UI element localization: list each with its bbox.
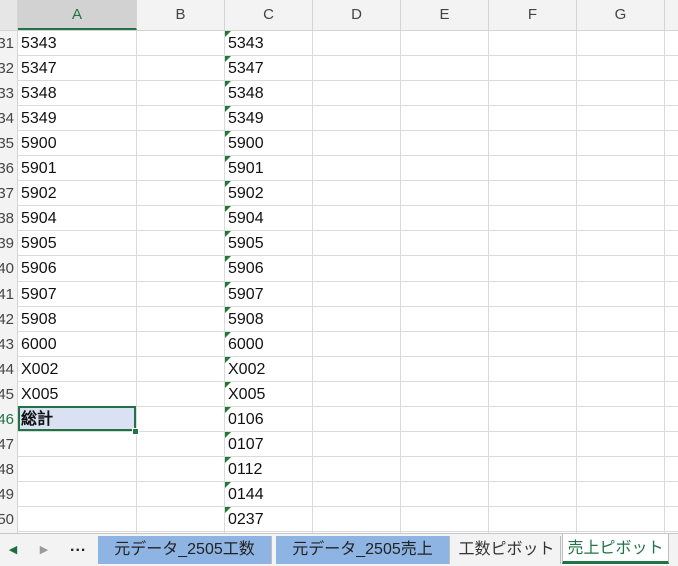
column-header-c[interactable]: C: [225, 0, 313, 30]
row-header-38[interactable]: 38: [0, 206, 14, 231]
cell-c45[interactable]: X005: [225, 382, 310, 407]
cell-c48[interactable]: 0112: [225, 457, 310, 482]
more-sheets-button[interactable]: ...: [70, 538, 86, 556]
cell-a31[interactable]: 5343: [18, 31, 133, 56]
spreadsheet-grid-area: ABCDEFG 31323334353637383940414243444546…: [0, 0, 678, 533]
cell-a44[interactable]: X002: [18, 357, 133, 382]
tab-scroll-right-icon[interactable]: ▶: [36, 540, 52, 560]
cell-c35[interactable]: 5900: [225, 131, 310, 156]
row-header-45[interactable]: 45: [0, 382, 14, 407]
cell-a33[interactable]: 5348: [18, 81, 133, 106]
cell-grid[interactable]: 5343 5343 5347 5347 5348 5348 5349 5349 5900 5900…: [18, 31, 678, 533]
row-header-41[interactable]: 41: [0, 282, 14, 307]
cell-c39[interactable]: 5905: [225, 231, 310, 256]
cell-a34[interactable]: 5349: [18, 106, 133, 131]
cell-a45[interactable]: X005: [18, 382, 133, 407]
row-header-42[interactable]: 42: [0, 307, 14, 332]
row-header-47[interactable]: 47: [0, 432, 14, 457]
row-header-43[interactable]: 43: [0, 332, 14, 357]
row-header-40[interactable]: 40: [0, 256, 14, 281]
column-header-g[interactable]: G: [577, 0, 665, 30]
cell-a39[interactable]: 5905: [18, 231, 133, 256]
cell-c44[interactable]: X002: [225, 357, 310, 382]
grid-row-line: [18, 531, 678, 532]
row-header-35[interactable]: 35: [0, 131, 14, 156]
row-header-34[interactable]: 34: [0, 106, 14, 131]
grid-column-line: [488, 31, 489, 533]
row-header-50[interactable]: 50: [0, 507, 14, 532]
column-header-f[interactable]: F: [489, 0, 577, 30]
cell-a46[interactable]: 総計: [18, 407, 133, 432]
cell-c34[interactable]: 5349: [225, 106, 310, 131]
cell-c41[interactable]: 5907: [225, 282, 310, 307]
sheet-tab-4[interactable]: 売上ピボット: [562, 534, 669, 564]
row-header-33[interactable]: 33: [0, 81, 14, 106]
grid-column-line: [312, 31, 313, 533]
cell-c46[interactable]: 0106: [225, 407, 310, 432]
column-header-d[interactable]: D: [313, 0, 401, 30]
row-header-bar: 3132333435363738394041424344454647484950: [0, 31, 18, 533]
sheet-tab-1[interactable]: 元データ_2505工数: [98, 536, 272, 564]
cell-a40[interactable]: 5906: [18, 256, 133, 281]
row-header-44[interactable]: 44: [0, 357, 14, 382]
fill-handle[interactable]: [132, 427, 139, 435]
row-header-49[interactable]: 49: [0, 482, 14, 507]
column-header-b[interactable]: B: [137, 0, 225, 30]
cell-c38[interactable]: 5904: [225, 206, 310, 231]
column-header-a[interactable]: A: [18, 0, 137, 30]
cell-a36[interactable]: 5901: [18, 156, 133, 181]
cell-a35[interactable]: 5900: [18, 131, 133, 156]
column-header-e[interactable]: E: [401, 0, 489, 30]
grid-column-line: [664, 31, 665, 533]
cell-a42[interactable]: 5908: [18, 307, 133, 332]
cell-c36[interactable]: 5901: [225, 156, 310, 181]
grid-column-line: [576, 31, 577, 533]
row-header-48[interactable]: 48: [0, 457, 14, 482]
grid-column-line: [400, 31, 401, 533]
row-header-39[interactable]: 39: [0, 231, 14, 256]
row-header-31[interactable]: 31: [0, 31, 14, 56]
cell-a37[interactable]: 5902: [18, 181, 133, 206]
sheet-tab-3[interactable]: 工数ピボット: [453, 536, 561, 564]
cell-c42[interactable]: 5908: [225, 307, 310, 332]
row-header-32[interactable]: 32: [0, 56, 14, 81]
cell-a41[interactable]: 5907: [18, 282, 133, 307]
row-header-36[interactable]: 36: [0, 156, 14, 181]
grid-row-line: [18, 455, 678, 457]
cell-c32[interactable]: 5347: [225, 56, 310, 81]
row-header-46[interactable]: 46: [0, 407, 14, 432]
cell-c37[interactable]: 5902: [225, 181, 310, 206]
sheet-tab-bar: ◀ ▶ ... 元データ_2505工数 元データ_2505売上 工数ピボット 売上ピボ…: [0, 533, 678, 566]
cell-a32[interactable]: 5347: [18, 56, 133, 81]
cell-c33[interactable]: 5348: [225, 81, 310, 106]
cell-c31[interactable]: 5343: [225, 31, 310, 56]
tab-scroll-left-icon[interactable]: ◀: [5, 540, 21, 560]
cell-c47[interactable]: 0107: [225, 432, 310, 457]
column-header-bar: ABCDEFG: [0, 0, 678, 31]
cell-c50[interactable]: 0237: [225, 507, 310, 532]
select-all-corner[interactable]: [0, 0, 18, 30]
cell-c40[interactable]: 5906: [225, 256, 310, 281]
grid-row-line: [18, 480, 678, 482]
grid-row-line: [18, 505, 678, 507]
cell-a43[interactable]: 6000: [18, 332, 133, 357]
row-header-37[interactable]: 37: [0, 181, 14, 206]
cell-c43[interactable]: 6000: [225, 332, 310, 357]
cell-a38[interactable]: 5904: [18, 206, 133, 231]
sheet-tab-2[interactable]: 元データ_2505売上: [276, 536, 450, 564]
grid-column-line: [136, 31, 137, 533]
cell-c49[interactable]: 0144: [225, 482, 310, 507]
